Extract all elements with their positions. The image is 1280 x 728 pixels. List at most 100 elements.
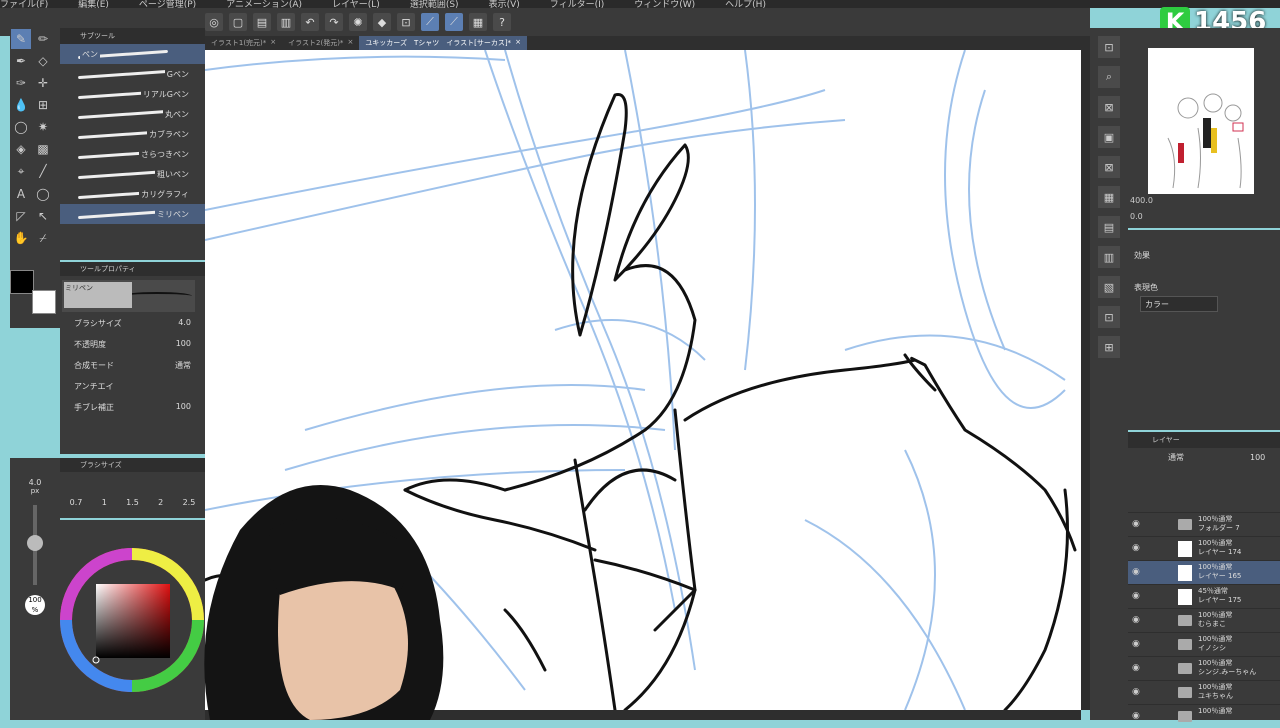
panel-icon-10[interactable]: ⊡ xyxy=(1098,306,1120,328)
undo-icon[interactable]: ↶ xyxy=(301,13,319,31)
eye-icon[interactable]: ◉ xyxy=(1132,543,1142,553)
fill-icon[interactable]: ◆ xyxy=(373,13,391,31)
layer-row[interactable]: ◉ 100％通常 イノシシ xyxy=(1128,632,1280,656)
ruler-tool-icon[interactable]: ◸ xyxy=(11,206,31,226)
layer-row[interactable]: ◉ 100％通常 レイヤー 174 xyxy=(1128,536,1280,560)
document-tab[interactable]: ユキッカーズ Tシャツ イラスト[サーカス]* × xyxy=(359,36,527,50)
panel-icon-8[interactable]: ▥ xyxy=(1098,246,1120,268)
menu-item[interactable]: ページ管理(P) xyxy=(139,0,196,8)
brush-item[interactable]: Gペン xyxy=(60,64,205,84)
text-tool-icon[interactable]: A xyxy=(11,184,31,204)
layer-row[interactable]: ◉ 100％通常 フォルダー 7 xyxy=(1128,512,1280,536)
brush-item[interactable]: ミリペン xyxy=(60,204,205,224)
menu-item[interactable]: レイヤー(L) xyxy=(332,0,380,8)
eye-icon[interactable]: ◉ xyxy=(1132,615,1142,625)
expression-color-select[interactable]: カラー xyxy=(1140,296,1218,312)
layer-row[interactable]: ◉ 45％通常 レイヤー 175 xyxy=(1128,584,1280,608)
menu-item[interactable]: フィルター(I) xyxy=(550,0,605,8)
snap-special-icon[interactable]: ⟋ xyxy=(445,13,463,31)
brush-item[interactable]: カリグラフィ xyxy=(60,184,205,204)
document-tab[interactable]: イラスト1(完元)* × xyxy=(205,36,282,50)
pencil-tool-icon[interactable]: ✏ xyxy=(33,29,53,49)
move-tool-icon[interactable]: ✛ xyxy=(33,73,53,93)
eraser-tool-icon[interactable]: ◇ xyxy=(33,51,53,71)
layer-row[interactable]: ◉ 100％通常 xyxy=(1128,704,1280,728)
new-file-icon[interactable]: ▢ xyxy=(229,13,247,31)
property-row[interactable]: アンチエイ xyxy=(60,375,205,396)
menu-item[interactable]: 選択範囲(S) xyxy=(410,0,459,8)
panel-icon-7[interactable]: ▤ xyxy=(1098,216,1120,238)
save-icon[interactable]: ▥ xyxy=(277,13,295,31)
close-icon[interactable]: × xyxy=(347,38,353,48)
pen-tool-icon[interactable]: ✎ xyxy=(11,29,31,49)
help-icon[interactable]: ? xyxy=(493,13,511,31)
eye-icon[interactable]: ◉ xyxy=(1132,663,1142,673)
eye-icon[interactable]: ◉ xyxy=(1132,519,1142,529)
brush-item[interactable]: リアルGペン xyxy=(60,84,205,104)
blend-tool-icon[interactable]: 💧 xyxy=(11,95,31,115)
balloon-tool-icon[interactable]: ◯ xyxy=(33,184,53,204)
line-tool-icon[interactable]: ╱ xyxy=(33,161,53,181)
eyedropper-tool-icon[interactable]: ⌖ xyxy=(11,162,31,182)
lasso-tool-icon[interactable]: ◯ xyxy=(11,117,31,137)
eye-icon[interactable]: ◉ xyxy=(1132,687,1142,697)
layer-row[interactable]: ◉ 100％通常 むらまこ xyxy=(1128,608,1280,632)
main-color-swatch[interactable] xyxy=(10,270,34,294)
subtool-group[interactable]: ペン xyxy=(60,44,205,64)
search-icon[interactable]: ⌕ xyxy=(1098,66,1120,88)
layer-row[interactable]: ◉ 100％通常 レイヤー 165 xyxy=(1128,560,1280,584)
property-value[interactable]: 4.0 xyxy=(178,318,191,329)
sub-color-swatch[interactable] xyxy=(32,290,56,314)
panel-icon-4[interactable]: ▣ xyxy=(1098,126,1120,148)
decoration-tool-icon[interactable]: ✑ xyxy=(11,73,31,93)
navigator-thumbnail[interactable] xyxy=(1148,48,1254,194)
menu-item[interactable]: ファイル(F) xyxy=(0,0,48,8)
menu-item[interactable]: 編集(E) xyxy=(78,0,109,8)
close-icon[interactable]: × xyxy=(515,38,521,48)
menu-item[interactable]: アニメーション(A) xyxy=(226,0,302,8)
dropper-tool-icon[interactable]: ⌿ xyxy=(33,228,53,248)
size-slider[interactable] xyxy=(27,505,43,585)
panel-icon-3[interactable]: ⊠ xyxy=(1098,96,1120,118)
panel-icon-6[interactable]: ▦ xyxy=(1098,186,1120,208)
panel-icon-1[interactable]: ⊡ xyxy=(1098,36,1120,58)
property-row[interactable]: 不透明度 100 xyxy=(60,333,205,354)
eye-icon[interactable]: ◉ xyxy=(1132,567,1142,577)
redo-icon[interactable]: ↷ xyxy=(325,13,343,31)
open-file-icon[interactable]: ▤ xyxy=(253,13,271,31)
magic-wand-icon[interactable]: ✷ xyxy=(33,117,53,137)
size-preset[interactable]: 1 xyxy=(102,498,107,507)
blend-mode-select[interactable]: 通常 xyxy=(1168,452,1184,463)
transform-icon[interactable]: ⊡ xyxy=(397,13,415,31)
canvas-vertical-scrollbar[interactable] xyxy=(1081,50,1090,710)
snap-ruler-icon[interactable]: ⟋ xyxy=(421,13,439,31)
property-value[interactable]: 通常 xyxy=(175,360,191,371)
hand-tool-icon[interactable]: ✋ xyxy=(11,228,31,248)
navigator-icon[interactable]: ◎ xyxy=(205,13,223,31)
select-tool-icon[interactable]: ↖ xyxy=(33,206,53,226)
size-preset[interactable]: 1.5 xyxy=(126,498,139,507)
brush-tool-icon[interactable]: ✒ xyxy=(11,51,31,71)
brush-item[interactable]: 丸ペン xyxy=(60,104,205,124)
property-value[interactable]: 100 xyxy=(176,402,191,413)
document-tab[interactable]: イラスト2(発元)* × xyxy=(282,36,359,50)
property-row[interactable]: ブラシサイズ 4.0 xyxy=(60,312,205,333)
eye-icon[interactable]: ◉ xyxy=(1132,639,1142,649)
eye-icon[interactable]: ◉ xyxy=(1132,591,1142,601)
clear-icon[interactable]: ✺ xyxy=(349,13,367,31)
panel-icon-5[interactable]: ⊠ xyxy=(1098,156,1120,178)
menu-item[interactable]: 表示(V) xyxy=(489,0,520,8)
brush-item[interactable]: 粗いペン xyxy=(60,164,205,184)
panel-icon-11[interactable]: ⊞ xyxy=(1098,336,1120,358)
brush-item[interactable]: さらつきペン xyxy=(60,144,205,164)
layer-row[interactable]: ◉ 100％通常 ユキちゃん xyxy=(1128,680,1280,704)
gradient-tool-icon[interactable]: ▩ xyxy=(33,139,53,159)
property-row[interactable]: 合成モード 通常 xyxy=(60,354,205,375)
menu-item[interactable]: ヘルプ(H) xyxy=(725,0,766,8)
layer-opacity-value[interactable]: 100 xyxy=(1250,453,1265,462)
fill-tool-icon[interactable]: ◈ xyxy=(11,139,31,159)
rotation-value[interactable]: 0.0 xyxy=(1128,212,1280,226)
brush-item[interactable]: カブラペン xyxy=(60,124,205,144)
clipboard-icon[interactable]: ▦ xyxy=(469,13,487,31)
layer-row[interactable]: ◉ 100％通常 シンジ.みーちゃん xyxy=(1128,656,1280,680)
